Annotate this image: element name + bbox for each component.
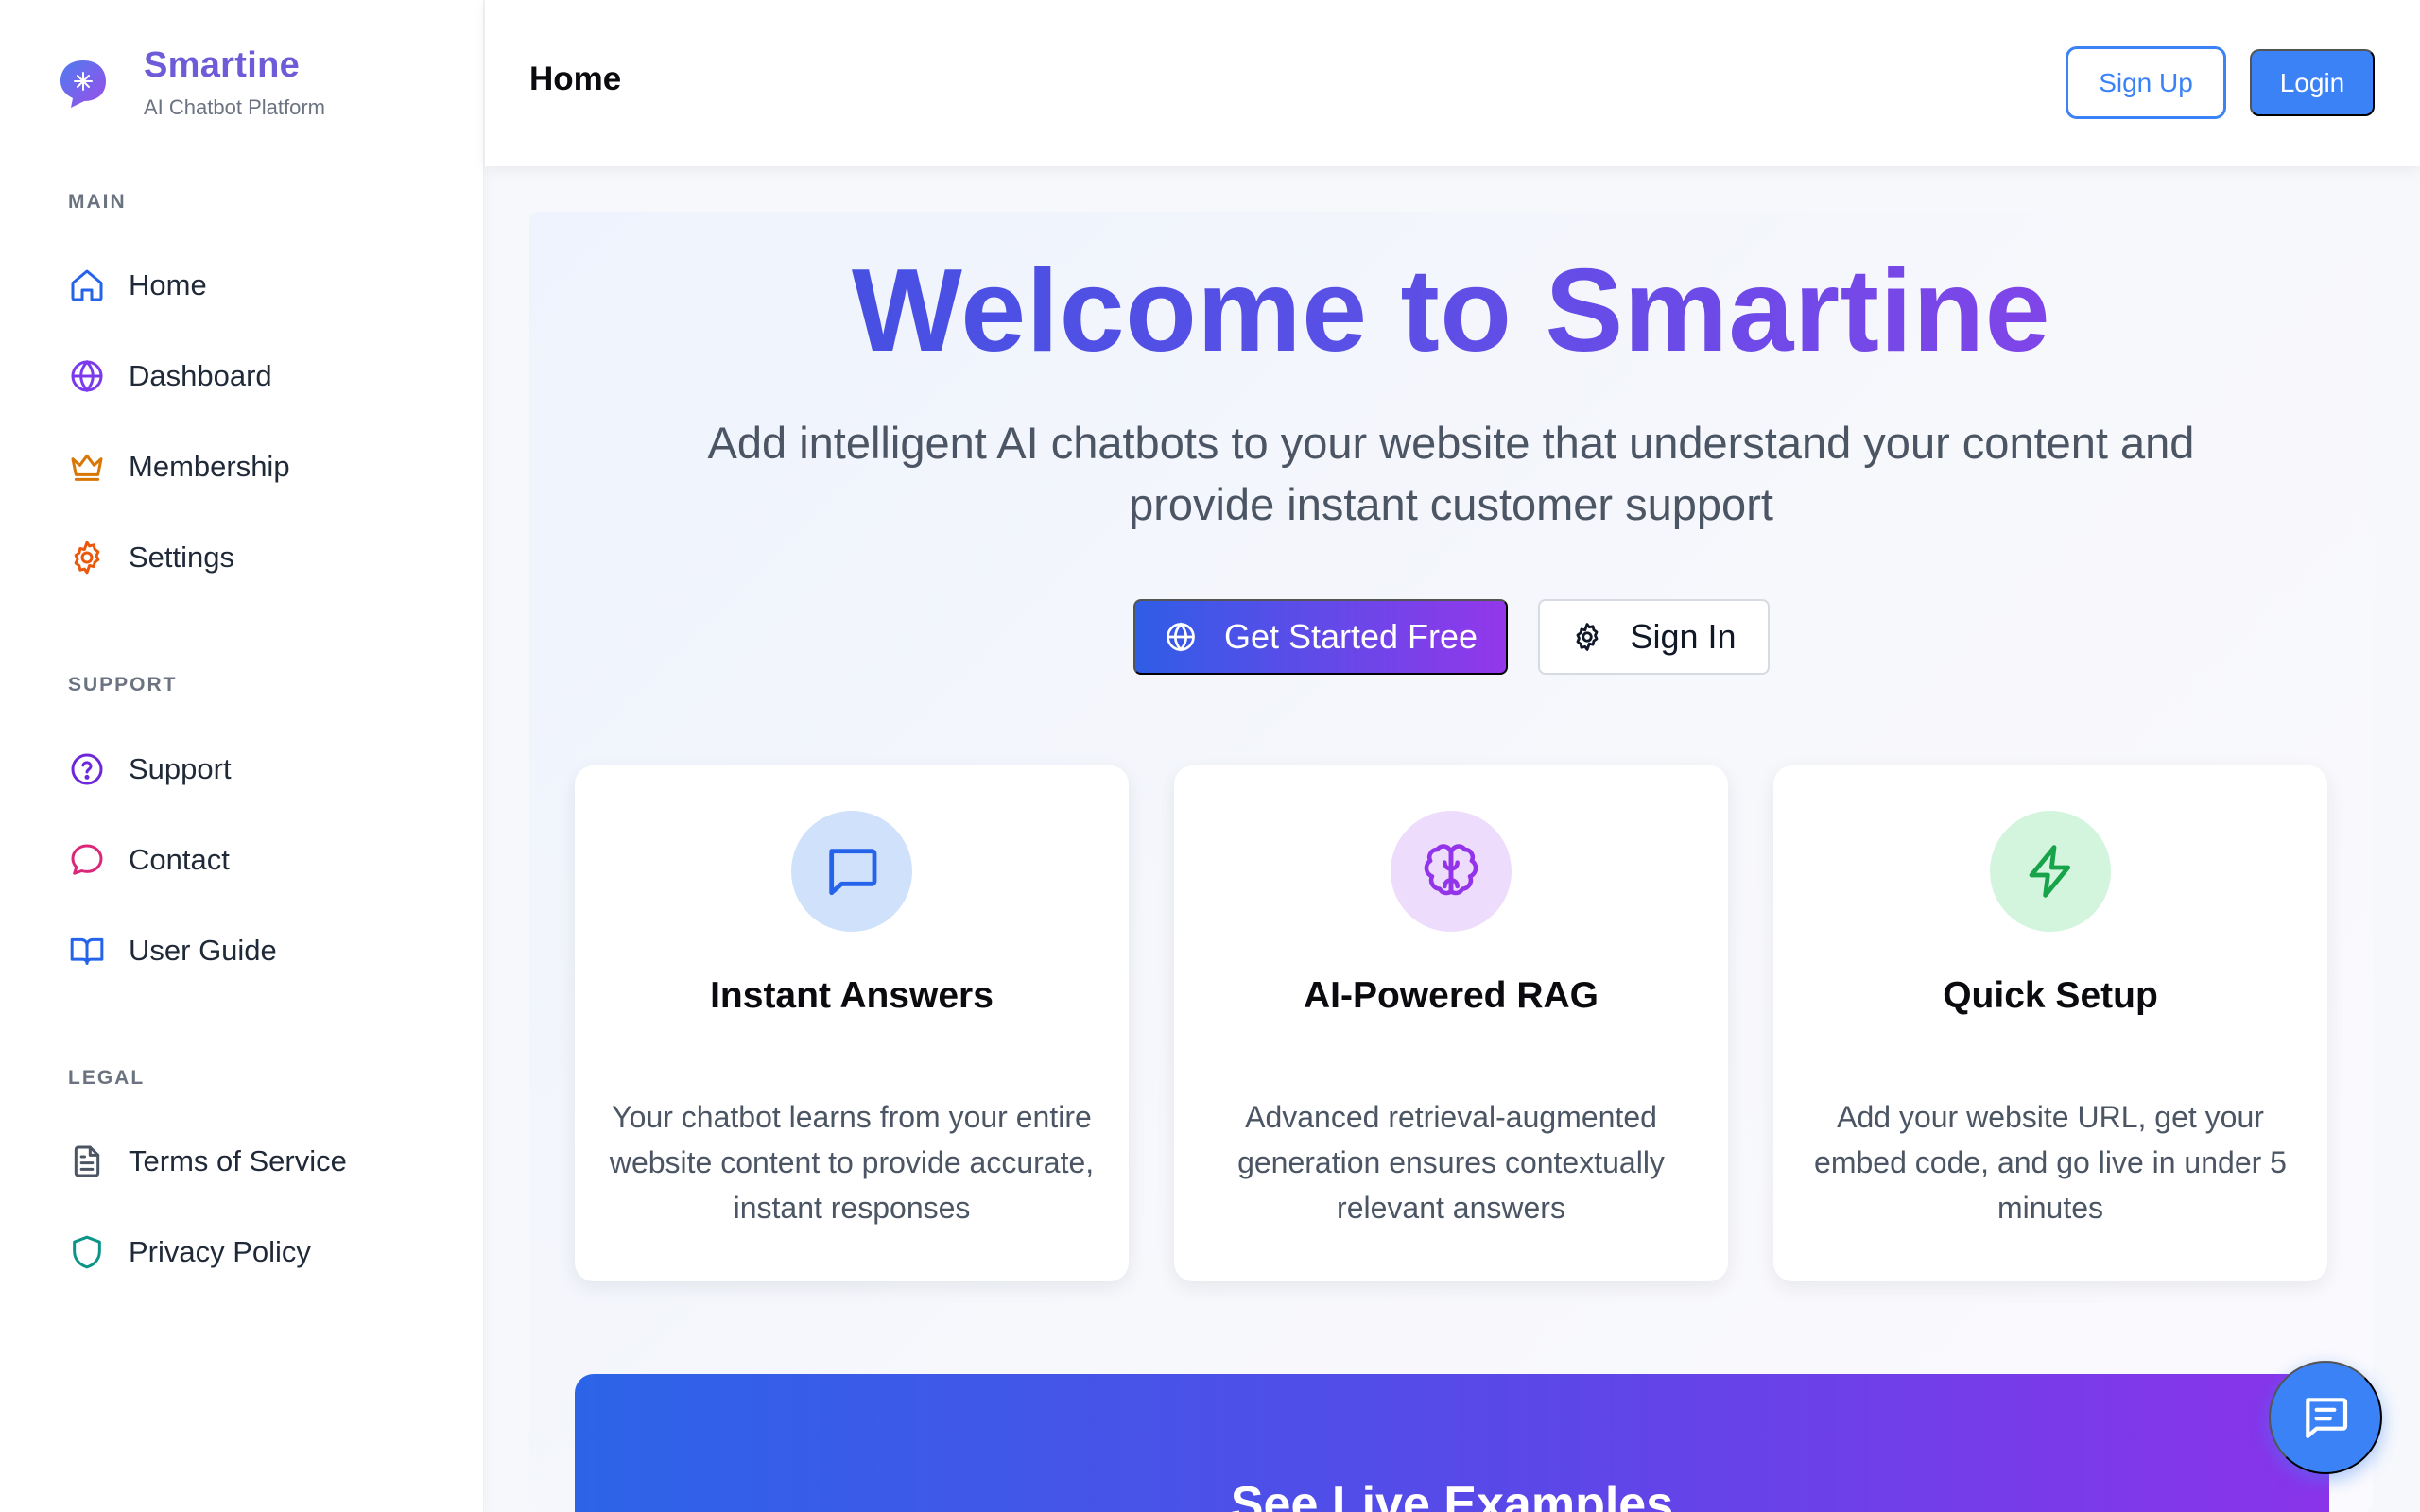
brain-icon [1424, 844, 1478, 896]
sign-in-label: Sign In [1630, 617, 1737, 656]
home-icon [71, 269, 103, 301]
main-content: Welcome to Smartine Add intelligent AI c… [529, 212, 2373, 1512]
sidebar-item-label: Settings [129, 541, 235, 574]
globe-icon [1167, 622, 1195, 652]
chatbot-logo-icon [60, 60, 106, 108]
section-label-support: SUPPORT [68, 674, 178, 696]
brand[interactable]: Smartine AI Chatbot Platform [57, 45, 325, 120]
sidebar-item-dashboard[interactable]: Dashboard [68, 350, 272, 403]
sidebar-item-membership[interactable]: Membership [68, 440, 290, 493]
top-header: Home Sign Up Login [485, 0, 2420, 166]
feature-icon-badge [1391, 811, 1512, 932]
hero-subtitle: Add intelligent AI chatbots to your webs… [707, 418, 2195, 529]
section-label-legal: LEGAL [68, 1067, 146, 1089]
brand-name: Smartine [144, 45, 301, 85]
feature-card-instant-answers: Instant Answers Your chatbot learns from… [575, 765, 1129, 1281]
sidebar-item-label: Support [129, 752, 232, 785]
document-icon [74, 1145, 100, 1177]
sign-up-button[interactable]: Sign Up [2066, 46, 2226, 119]
sidebar-item-support[interactable]: Support [68, 743, 232, 796]
sidebar-item-label: Dashboard [129, 359, 272, 392]
feature-title: Instant Answers [710, 975, 994, 1016]
feature-icon-badge [1990, 811, 2111, 932]
section-label-main: MAIN [68, 191, 127, 213]
sidebar-item-settings[interactable]: Settings [68, 531, 234, 584]
sign-in-button[interactable]: Sign In [1538, 599, 1770, 675]
message-square-icon [829, 849, 877, 896]
get-started-label: Get Started Free [1223, 617, 1478, 656]
sidebar: Smartine AI Chatbot Platform MAIN Home D… [0, 0, 484, 1512]
brand-subtitle: AI Chatbot Platform [144, 95, 325, 119]
lightning-icon [2029, 845, 2071, 898]
get-started-button[interactable]: Get Started Free [1133, 599, 1508, 675]
live-examples-title: See Live Examples [1230, 1477, 1674, 1512]
page-title: Home [529, 60, 622, 97]
chat-bubble-icon [71, 844, 103, 875]
sidebar-item-label: Terms of Service [129, 1144, 347, 1177]
sidebar-item-user-guide[interactable]: User Guide [68, 924, 277, 977]
feature-card-ai-rag: AI-Powered RAG Advanced retrieval-augmen… [1174, 765, 1728, 1281]
feature-title: Quick Setup [1943, 975, 2158, 1016]
sidebar-item-label: Membership [129, 450, 290, 483]
feature-title: AI-Powered RAG [1303, 975, 1599, 1016]
sidebar-item-terms[interactable]: Terms of Service [68, 1135, 347, 1188]
feature-description: Advanced retrieval-augmented generation … [1237, 1100, 1665, 1225]
shield-icon [73, 1235, 101, 1269]
feature-icon-badge [791, 811, 912, 932]
help-circle-icon [71, 753, 103, 785]
sidebar-item-privacy[interactable]: Privacy Policy [68, 1226, 311, 1279]
sidebar-item-label: Privacy Policy [129, 1235, 311, 1268]
sidebar-item-home[interactable]: Home [68, 259, 207, 312]
globe-icon [71, 359, 103, 393]
feature-card-quick-setup: Quick Setup Add your website URL, get yo… [1773, 765, 2327, 1281]
hero-title: Welcome to Smartine [529, 244, 2373, 378]
chat-message-icon [2306, 1398, 2348, 1438]
gear-icon [74, 541, 100, 575]
sidebar-item-label: User Guide [129, 934, 277, 967]
sidebar-item-label: Home [129, 268, 207, 301]
chat-widget-button[interactable] [2269, 1361, 2382, 1474]
live-examples-banner: See Live Examples [575, 1374, 2329, 1512]
login-button[interactable]: Login [2250, 49, 2375, 116]
gear-icon [1576, 623, 1599, 651]
feature-description: Add your website URL, get your embed cod… [1814, 1100, 2287, 1225]
crown-icon [71, 454, 103, 481]
sidebar-item-label: Contact [129, 843, 230, 876]
sidebar-item-contact[interactable]: Contact [68, 833, 230, 886]
book-icon [70, 937, 104, 965]
feature-description: Your chatbot learns from your entire web… [609, 1100, 1095, 1225]
